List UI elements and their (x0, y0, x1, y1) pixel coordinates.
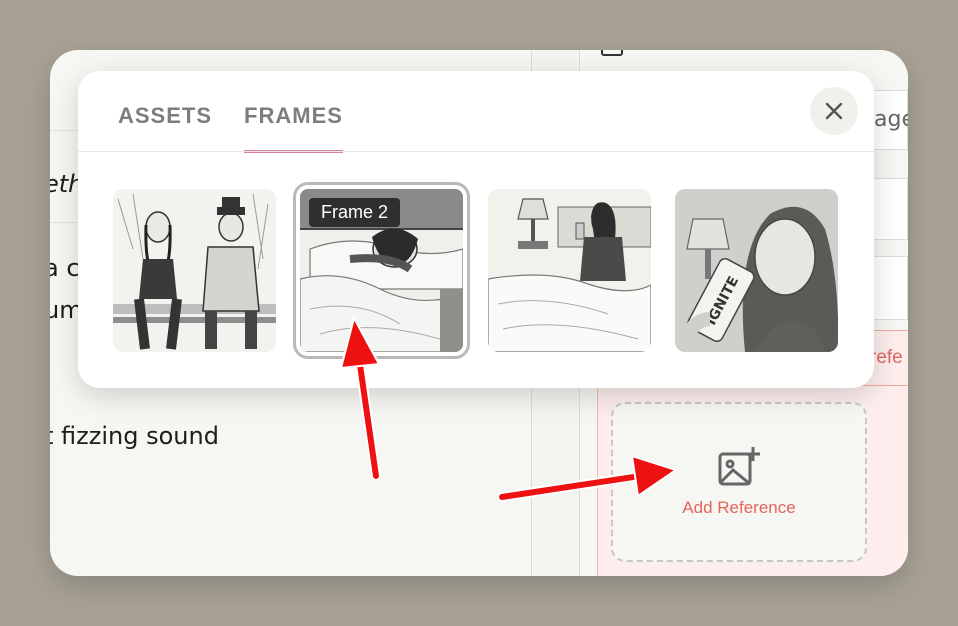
drinking-in-bed-sketch (488, 189, 651, 352)
frame-thumbnail-3[interactable] (488, 189, 651, 352)
tab-divider (78, 151, 874, 152)
frame-thumbnail-1[interactable] (113, 189, 276, 352)
ignite-can-sketch: IGNITE (675, 189, 838, 352)
park-bench-sketch (113, 189, 276, 352)
image-plus-icon (718, 447, 760, 486)
panel-icon (601, 50, 623, 56)
close-icon (825, 102, 843, 120)
document-line: t fizzing sound (50, 422, 219, 450)
picker-tabs: ASSETS FRAMES (118, 71, 343, 153)
close-button[interactable] (810, 87, 858, 135)
frame-thumbnail-4[interactable]: IGNITE (675, 189, 838, 352)
reference-tab-label: refe (870, 347, 903, 368)
document-line: a c (50, 254, 80, 282)
tab-assets[interactable]: ASSETS (118, 71, 212, 153)
panel-field-label: age (874, 107, 908, 132)
add-reference-label: Add Reference (682, 498, 796, 517)
frame-picker-popup: ASSETS FRAMES IGNITE Frame 2 (78, 71, 874, 388)
tab-frames[interactable]: FRAMES (244, 71, 343, 153)
add-reference-button[interactable]: Add Reference (611, 402, 867, 562)
frame-tooltip: Frame 2 (309, 198, 401, 227)
